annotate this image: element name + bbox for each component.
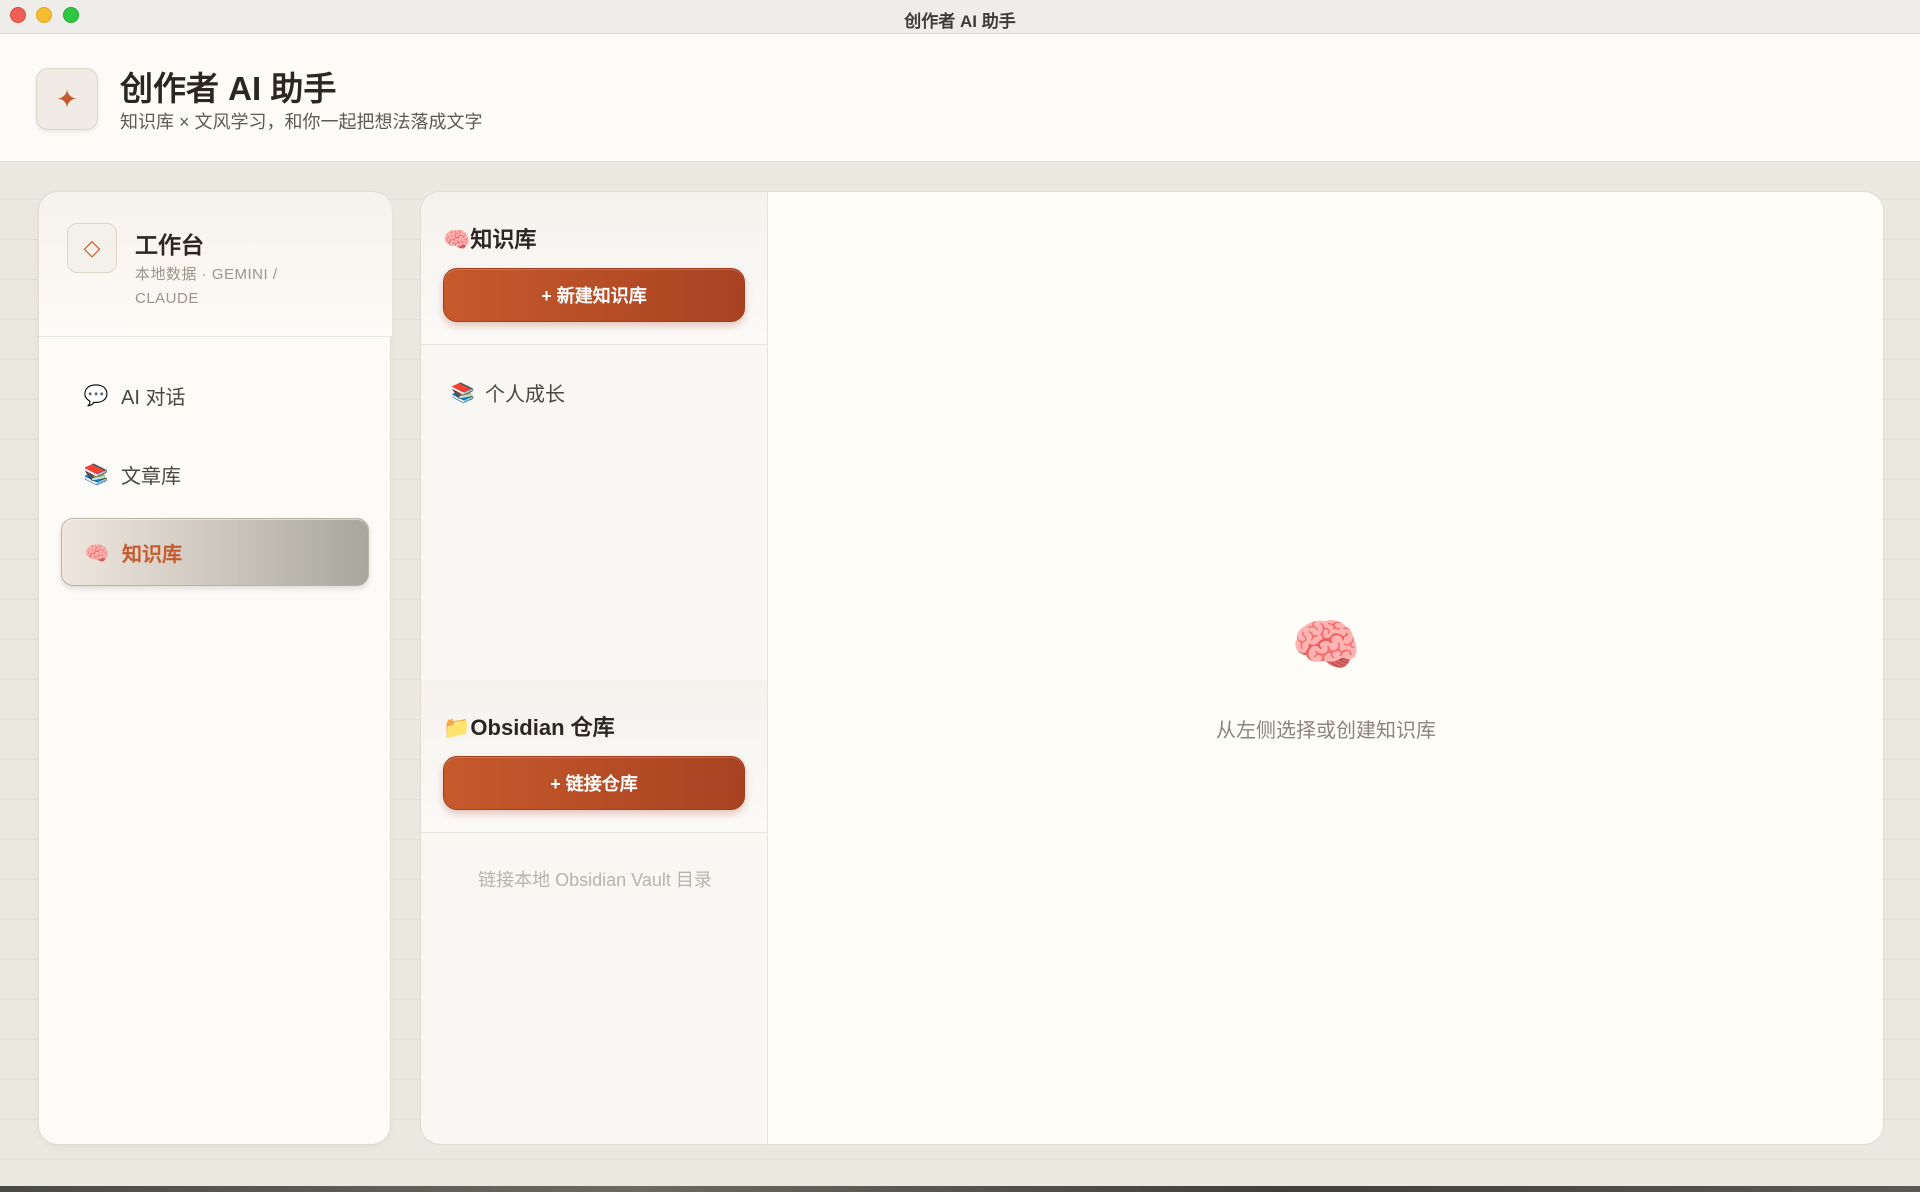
sidebar-item-label: 文章库 xyxy=(121,465,181,488)
desktop-background-strip xyxy=(0,1186,1920,1192)
knowledge-base-label: 个人成长 xyxy=(485,383,565,406)
sidebar-item-articles[interactable]: 📚 文章库 xyxy=(61,440,369,508)
brain-icon: 🧠 xyxy=(1291,613,1361,676)
app-window: 创作者 AI 助手 ✦ 创作者 AI 助手 知识库 × 文风学习，和你一起把想法… xyxy=(0,0,1920,1186)
workspace-subtitle: 本地数据 · GEMINI / CLAUDE xyxy=(135,266,278,307)
app-subtitle: 知识库 × 文风学习，和你一起把想法落成文字 xyxy=(120,112,483,132)
workspace-header: ◇ 工作台 本地数据 · GEMINI / CLAUDE xyxy=(39,192,392,337)
app-header: ✦ 创作者 AI 助手 知识库 × 文风学习，和你一起把想法落成文字 xyxy=(0,34,1920,162)
obsidian-section-header: 📁Obsidian 仓库 + 链接仓库 xyxy=(421,680,767,833)
books-icon: 📚 xyxy=(83,464,109,486)
sidebar-item-ai-chat[interactable]: 💬 AI 对话 xyxy=(61,361,369,429)
sidebar-item-knowledge[interactable]: 🧠 知识库 xyxy=(61,518,369,586)
app-title: 创作者 AI 助手 xyxy=(120,70,337,107)
brain-icon: 🧠 xyxy=(84,543,110,565)
obsidian-section-title: 📁Obsidian 仓库 xyxy=(443,710,615,742)
workspace-title: 工作台 xyxy=(135,232,204,258)
knowledge-section-title: 🧠知识库 xyxy=(443,222,536,254)
folder-icon: 📁 xyxy=(443,715,471,740)
link-vault-button[interactable]: + 链接仓库 xyxy=(443,756,745,810)
knowledge-title-label: 知识库 xyxy=(470,227,537,252)
sidebar: ◇ 工作台 本地数据 · GEMINI / CLAUDE 💬 AI 对话 📚 文… xyxy=(38,191,392,1145)
obsidian-hint: 链接本地 Obsidian Vault 目录 xyxy=(478,870,712,890)
diamond-icon: ◇ xyxy=(67,223,117,273)
books-icon: 📚 xyxy=(451,383,475,404)
new-knowledge-base-button[interactable]: + 新建知识库 xyxy=(443,268,745,322)
main-content-panel: 🧠 从左侧选择或创建知识库 xyxy=(768,191,1884,1145)
obsidian-title-label: Obsidian 仓库 xyxy=(470,715,615,740)
sidebar-item-label: 知识库 xyxy=(122,543,182,566)
knowledge-section-header: 🧠知识库 + 新建知识库 xyxy=(421,192,767,345)
speech-bubble-icon: 💬 xyxy=(83,385,109,407)
knowledge-list-panel: 🧠知识库 + 新建知识库 📚 个人成长 📁Obsidian 仓库 + 链接仓库 … xyxy=(420,191,768,1145)
sparkle-icon: ✦ xyxy=(36,68,98,130)
sidebar-item-label: AI 对话 xyxy=(121,386,186,409)
knowledge-base-item[interactable]: 📚 个人成长 xyxy=(443,372,743,412)
title-bar: 创作者 AI 助手 xyxy=(0,0,1920,34)
window-title: 创作者 AI 助手 xyxy=(904,12,1016,31)
empty-state-text: 从左侧选择或创建知识库 xyxy=(1216,720,1436,742)
brain-icon: 🧠 xyxy=(443,227,471,252)
